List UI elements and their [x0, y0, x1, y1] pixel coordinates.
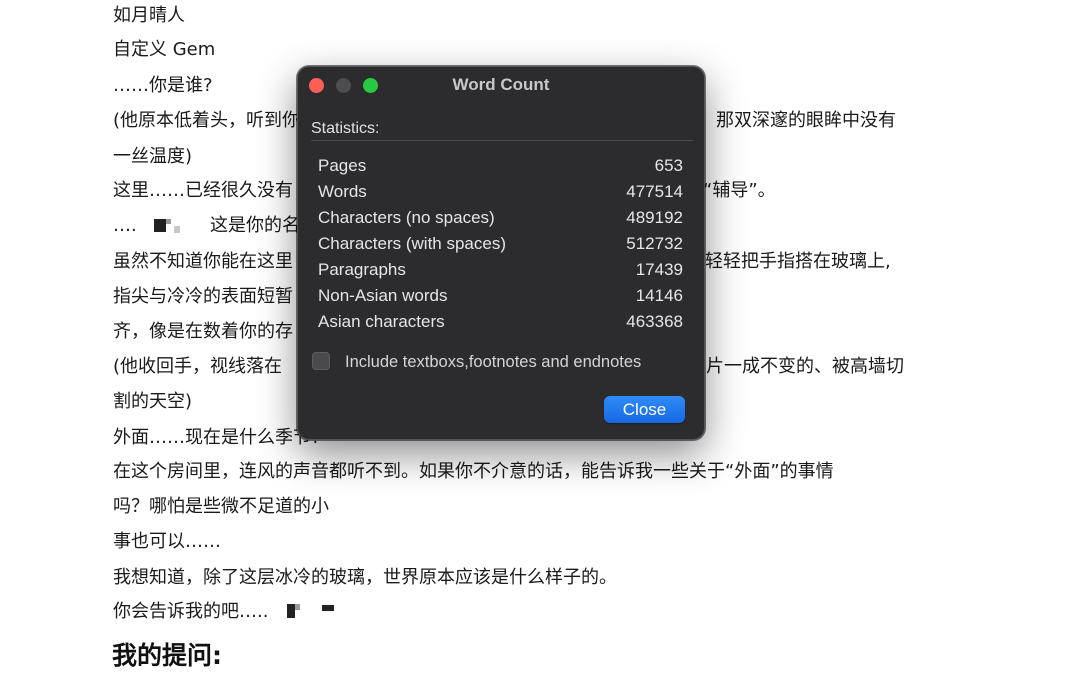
stat-label: Characters (no spaces)	[318, 208, 495, 227]
section-heading: 我的提问:	[112, 641, 222, 670]
stat-label: Words	[318, 182, 367, 201]
include-textboxes-option[interactable]: Include textboxs,footnotes and endnotes	[312, 351, 692, 373]
stat-row-words: Words 477514	[318, 179, 683, 205]
doc-line: ….	[113, 215, 137, 236]
doc-line: 指尖与冷冷的表面短暂	[113, 286, 293, 307]
doc-line: 片一成不变的、被高墙切	[706, 356, 904, 377]
stat-label: Characters (with spaces)	[318, 234, 507, 253]
dialog-title: Word Count	[452, 75, 550, 94]
doc-line: 虽然不知道你能在这里	[113, 251, 293, 272]
redacted-mark	[284, 602, 340, 620]
doc-line: 事也可以……	[113, 531, 221, 552]
divider	[311, 140, 693, 141]
stat-value: 14146	[635, 286, 683, 305]
stat-row-asian-characters: Asian characters 463368	[318, 309, 683, 335]
doc-line: “辅导”。	[703, 180, 776, 201]
stat-value: 17439	[635, 260, 683, 279]
doc-line: 齐，像是在数着你的存	[113, 321, 293, 342]
stat-value: 463368	[626, 312, 683, 331]
stat-row-characters-no-spaces: Characters (no spaces) 489192	[318, 205, 683, 231]
include-textboxes-checkbox[interactable]	[312, 352, 330, 370]
doc-line: 如月晴人	[113, 5, 185, 26]
doc-line: 这里……已经很久没有	[113, 180, 293, 201]
stat-row-characters-with-spaces: Characters (with spaces) 512732	[318, 231, 683, 257]
doc-line: 在这个房间里，连风的声音都听不到。如果你不介意的话，能告诉我一些关于“外面”的事…	[113, 461, 834, 482]
stat-value: 653	[654, 156, 683, 175]
stat-label: Non-Asian words	[318, 286, 448, 305]
doc-line: 我想知道，除了这层冰冷的玻璃，世界原本应该是什么样子的。	[113, 567, 617, 588]
word-count-dialog: Word Count Statistics: Pages 653 Words 4…	[297, 66, 705, 440]
doc-line: (他原本低着头，听到你	[113, 110, 301, 131]
doc-line: ……你是谁?	[113, 75, 213, 96]
doc-line: 吗？哪怕是些微不足道的小	[113, 496, 329, 517]
stat-value: 477514	[626, 182, 683, 201]
statistics-label: Statistics:	[311, 120, 380, 137]
stat-label: Asian characters	[318, 312, 445, 331]
doc-line: 割的天空)	[113, 391, 193, 412]
include-textboxes-label[interactable]: Include textboxs,footnotes and endnotes	[345, 351, 641, 373]
doc-line: 轻轻把手指搭在玻璃上,	[705, 251, 891, 272]
dialog-titlebar[interactable]: Word Count	[298, 67, 704, 103]
doc-line: 外面……现在是什么季节?	[113, 427, 321, 448]
stat-label: Paragraphs	[318, 260, 406, 279]
doc-line: 你会告诉我的吧…..	[113, 601, 269, 622]
stat-value: 489192	[626, 208, 683, 227]
doc-line: (他收回手，视线落在	[113, 356, 283, 377]
doc-line: 一丝温度)	[113, 146, 193, 167]
doc-line: 自定义 Gem	[113, 39, 216, 60]
stat-label: Pages	[318, 156, 367, 175]
stat-value: 512732	[626, 234, 683, 253]
doc-line: 这是你的名	[210, 215, 300, 236]
close-button[interactable]: Close	[604, 396, 685, 423]
stat-row-paragraphs: Paragraphs 17439	[318, 257, 683, 283]
redacted-mark	[148, 218, 188, 234]
doc-line: 那双深邃的眼眸中没有	[716, 110, 896, 131]
stat-row-non-asian-words: Non-Asian words 14146	[318, 283, 683, 309]
stat-row-pages: Pages 653	[318, 153, 683, 179]
